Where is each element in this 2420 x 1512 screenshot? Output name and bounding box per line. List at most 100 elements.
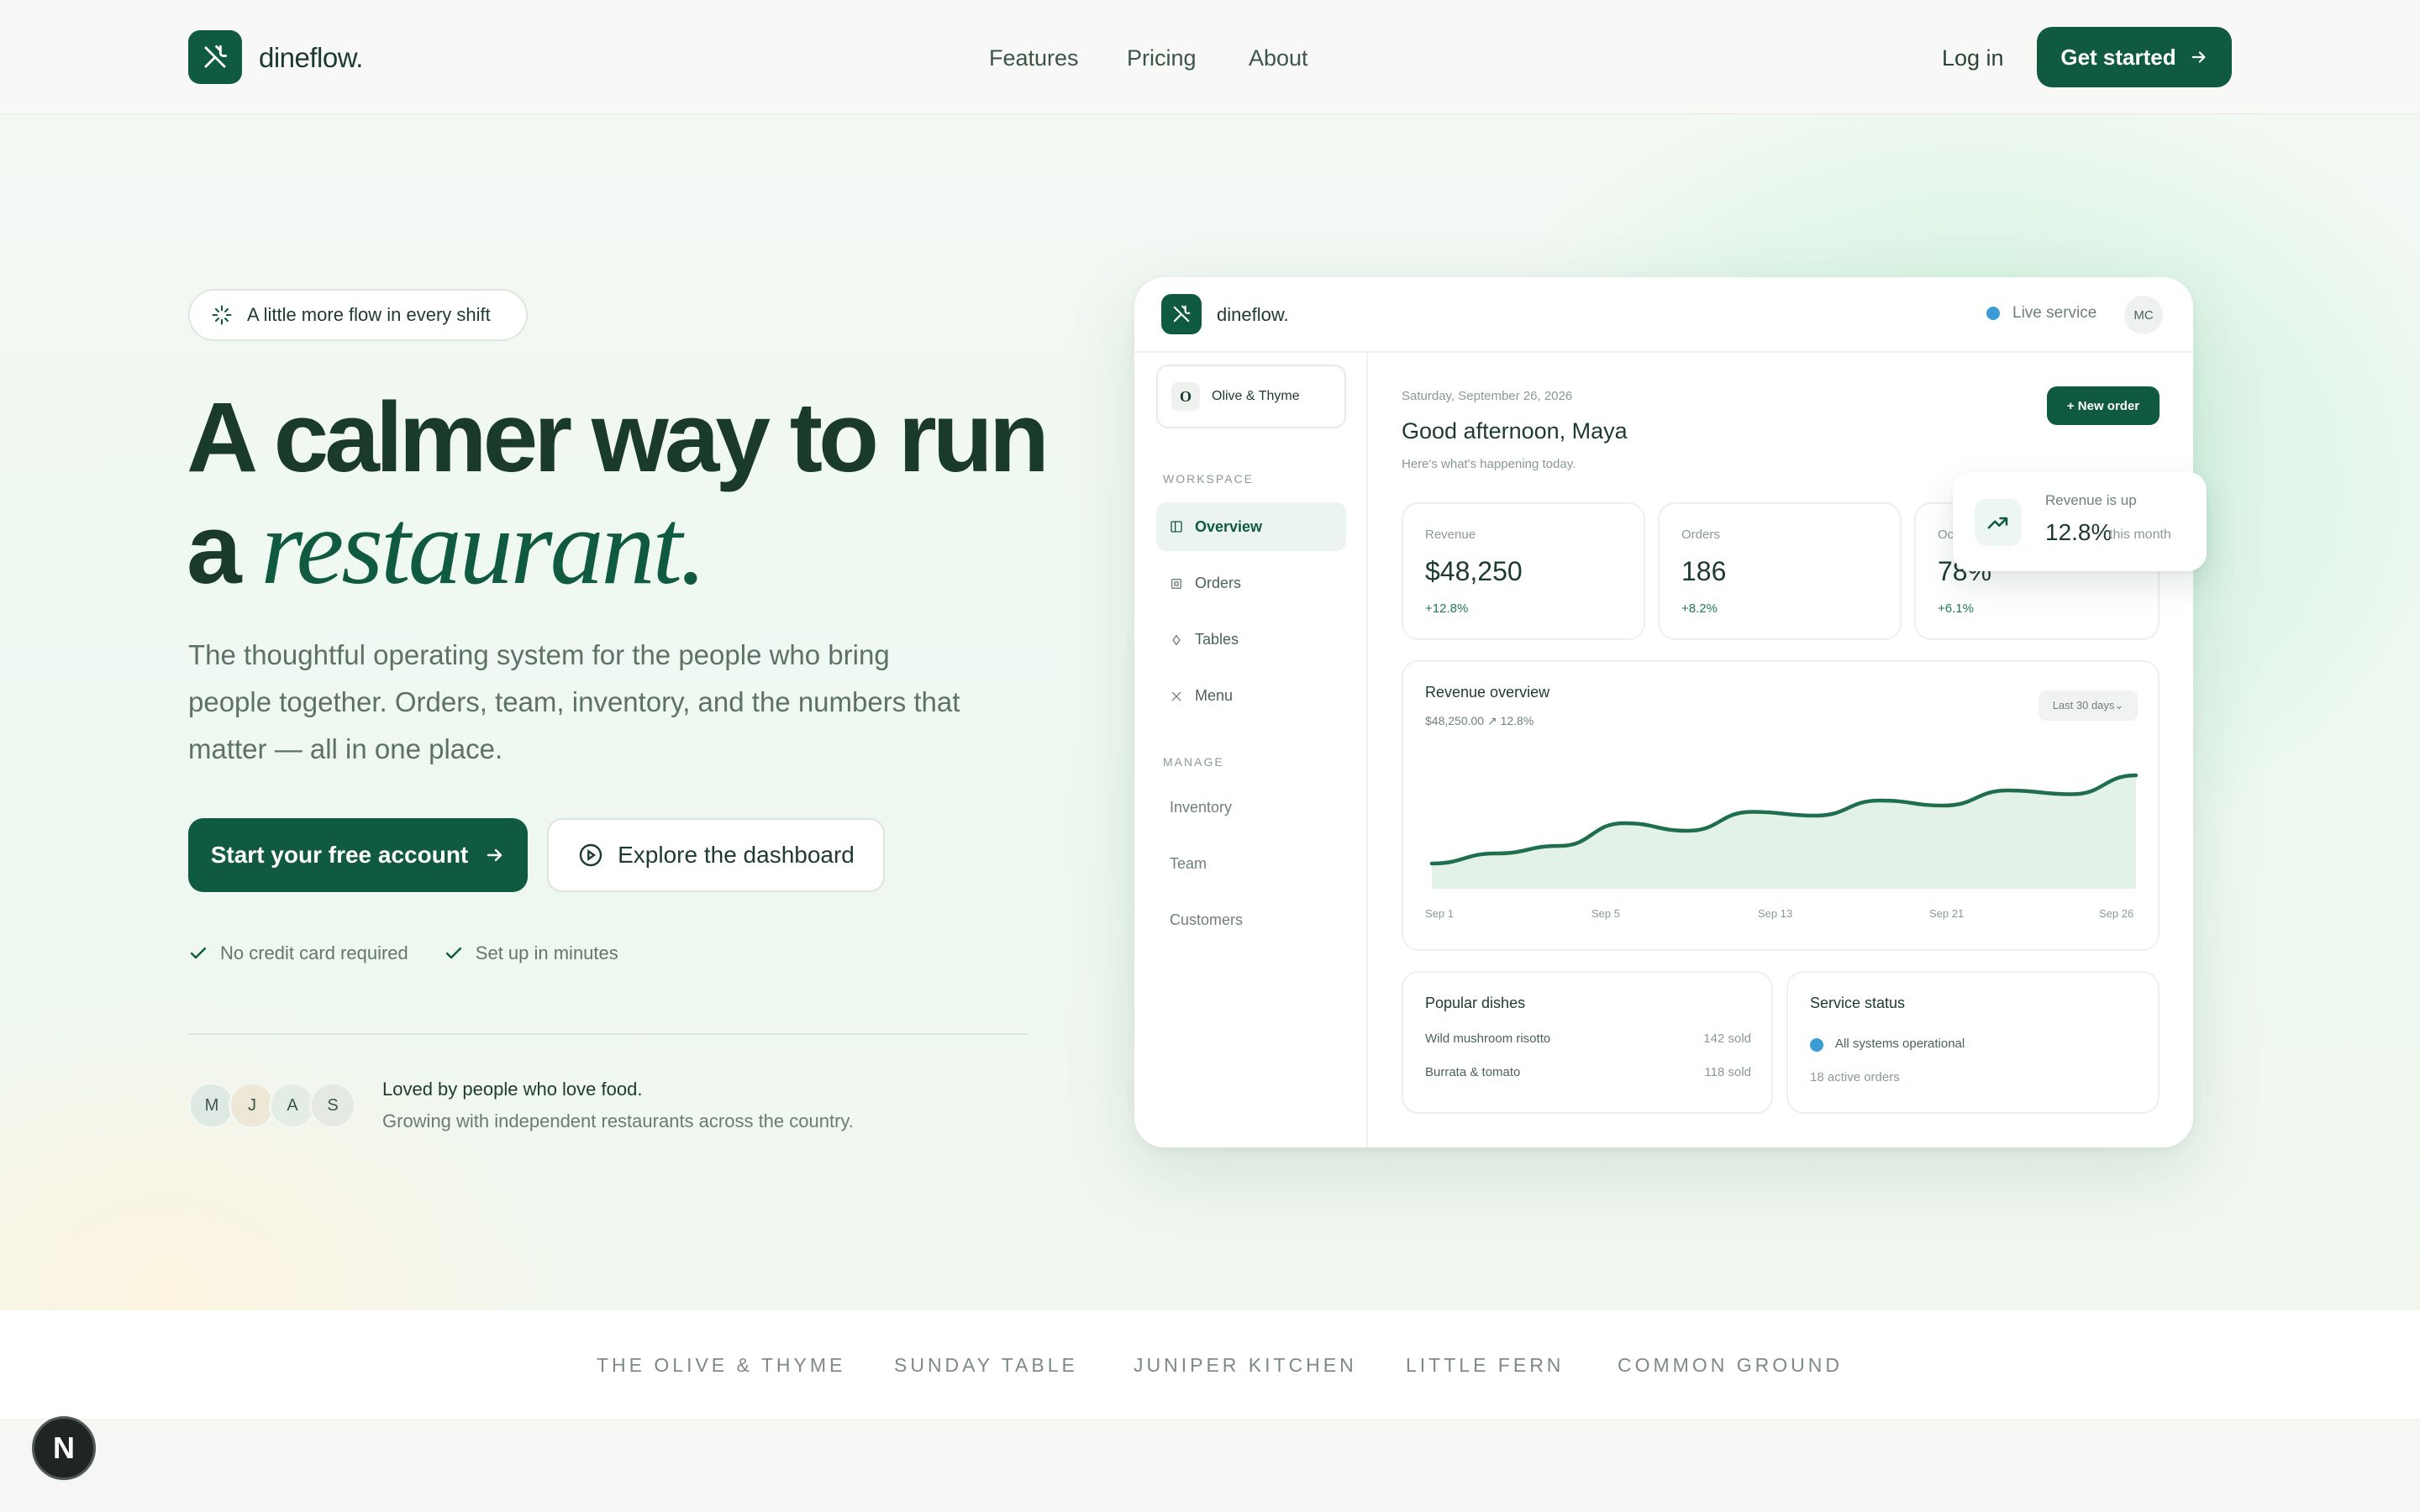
start-free-account-button[interactable]: Start your free account <box>188 818 528 892</box>
social-proof-subtitle: Growing with independent restaurants acr… <box>382 1110 854 1131</box>
sidebar-item-label: Menu <box>1195 687 1234 704</box>
hero-lead: The thoughtful operating system for the … <box>188 639 960 764</box>
customer-logo: LITTLE FERN <box>1406 1354 1565 1376</box>
nav-about[interactable]: About <box>1249 45 1308 71</box>
sidebar-item-customers[interactable]: Customers <box>1170 911 1243 929</box>
arrow-right-icon <box>2190 48 2208 66</box>
hero-title-prefix: a <box>187 494 261 605</box>
dashboard-greeting: Good afternoon, Maya <box>1402 418 1628 444</box>
customer-logo: JUNIPER KITCHEN <box>1134 1354 1357 1376</box>
next-section <box>0 1420 2420 1512</box>
user-avatar[interactable]: MC <box>2124 296 2163 334</box>
x-tick-label: Sep 13 <box>1758 907 1792 920</box>
dashboard-topbar: dineflow. Live service MC <box>1134 277 2193 353</box>
sidebar-item-menu[interactable]: Menu <box>1170 687 1233 705</box>
sparkle-icon <box>210 303 234 327</box>
sidebar-item-team[interactable]: Team <box>1170 855 1207 873</box>
live-service-label: Live service <box>2012 304 2097 322</box>
trending-up-icon <box>1975 499 2022 546</box>
stat-delta: +8.2% <box>1681 601 1718 616</box>
revenue-overview-card: Revenue overview $48,250.00 ↗ 12.8% Last… <box>1402 660 2160 951</box>
stat-card-revenue: Revenue $48,250 +12.8% <box>1402 502 1645 640</box>
revenue-overview-title: Revenue overview <box>1425 684 1550 701</box>
venue-switcher[interactable]: O Olive & Thyme <box>1156 365 1346 428</box>
sidebar-item-label: Overview <box>1195 517 1263 535</box>
x-tick-label: Sep 1 <box>1425 907 1454 920</box>
layout-icon <box>1170 520 1183 533</box>
check-icon <box>444 943 464 963</box>
explore-dashboard-button[interactable]: Explore the dashboard <box>547 818 885 892</box>
dashboard-date: Saturday, September 26, 2026 <box>1402 389 1573 403</box>
brand-name[interactable]: dineflow. <box>259 42 363 74</box>
revenue-up-popover: Revenue is up 12.8% this month <box>1953 472 2207 571</box>
get-started-button[interactable]: Get started <box>2037 27 2232 87</box>
venue-initial: O <box>1171 382 1200 411</box>
nav-features[interactable]: Features <box>989 45 1079 71</box>
status-dot <box>1810 1038 1823 1052</box>
manage-label: MANAGE <box>1163 755 1224 769</box>
service-status-card: Service status All systems operational 1… <box>1786 971 2160 1114</box>
service-status-text: All systems operational <box>1835 1037 1965 1051</box>
dashboard-subgreeting: Here's what's happening today. <box>1402 457 1576 471</box>
social-proof-title: Loved by people who love food. <box>382 1079 643 1100</box>
check-no-credit-card: No credit card required <box>220 942 408 963</box>
customer-logos-strip: THE OLIVE & THYME SUNDAY TABLE JUNIPER K… <box>0 1310 2420 1420</box>
avatar-stack: M J A S <box>188 1082 356 1129</box>
stat-label: Orders <box>1681 528 1720 542</box>
stat-label: Revenue <box>1425 528 1476 542</box>
nav-pricing[interactable]: Pricing <box>1127 45 1197 71</box>
revenue-area-chart: Sep 1 Sep 5 Sep 13 Sep 21 Sep 26 <box>1425 773 2139 920</box>
dish-name: Wild mushroom risotto <box>1425 1032 1551 1046</box>
dish-sold: 142 sold <box>1703 1032 1751 1046</box>
avatar: S <box>309 1082 356 1129</box>
check-icon <box>188 943 208 963</box>
dish-name: Burrata & tomato <box>1425 1065 1521 1079</box>
top-navbar: dineflow. Features Pricing About Log in … <box>0 0 2420 114</box>
popular-dishes-card: Popular dishes Wild mushroom risotto 142… <box>1402 971 1773 1114</box>
popover-value: 12.8% <box>2045 519 2112 545</box>
login-link[interactable]: Log in <box>1942 45 2004 71</box>
brand-logo-icon[interactable] <box>188 30 242 84</box>
active-orders-text: 18 active orders <box>1810 1070 1900 1084</box>
stat-delta: +6.1% <box>1938 601 1974 616</box>
stat-value: 186 <box>1681 556 1727 586</box>
x-tick-label: Sep 26 <box>2099 907 2133 920</box>
workspace-label: WORKSPACE <box>1163 472 1254 486</box>
play-circle-icon <box>577 842 604 869</box>
customer-logo: THE OLIVE & THYME <box>597 1354 846 1376</box>
sidebar-item-inventory[interactable]: Inventory <box>1170 799 1232 816</box>
stat-delta: +12.8% <box>1425 601 1469 616</box>
check-setup-minutes: Set up in minutes <box>475 942 618 963</box>
dashboard-preview: dineflow. Live service MC O Olive & Thym… <box>1134 277 2193 1147</box>
table-icon <box>1170 633 1183 647</box>
dev-tools-badge[interactable]: N <box>32 1416 96 1480</box>
tagline-pill: A little more flow in every shift <box>188 289 528 341</box>
hero-checks: No credit card required Set up in minute… <box>188 942 618 964</box>
new-order-button[interactable]: + New order <box>2047 386 2160 425</box>
arrow-right-icon <box>485 845 505 865</box>
dashboard-brand: dineflow. <box>1217 304 1289 325</box>
sidebar-item-orders[interactable]: Orders <box>1170 575 1241 592</box>
hero-title-emphasis: restaurant. <box>260 487 707 606</box>
x-tick-label: Sep 21 <box>1929 907 1964 920</box>
hero-divider <box>188 1033 1028 1035</box>
sidebar-item-label: Tables <box>1195 631 1239 648</box>
hero-title-line1: A calmer way to run <box>187 382 1050 493</box>
sidebar-item-label: Orders <box>1195 575 1242 591</box>
stat-label: Oc <box>1938 528 1954 542</box>
stat-card-orders: Orders 186 +8.2% <box>1658 502 1902 640</box>
popover-suffix: this month <box>2109 528 2171 542</box>
range-selector[interactable]: Last 30 days⌄ <box>2039 690 2138 721</box>
get-started-label: Get started <box>2060 44 2176 70</box>
stat-value: $48,250 <box>1425 556 1523 586</box>
hero-title: A calmer way to run a restaurant. <box>187 383 1060 604</box>
dish-sold: 118 sold <box>1704 1065 1751 1079</box>
sidebar-item-tables[interactable]: Tables <box>1170 631 1239 648</box>
receipt-icon <box>1170 577 1183 591</box>
sidebar-item-overview[interactable]: Overview <box>1156 502 1346 551</box>
utensils-icon <box>1170 690 1183 703</box>
venue-name: Olive & Thyme <box>1212 389 1300 403</box>
popular-dishes-title: Popular dishes <box>1425 995 1526 1011</box>
popover-title: Revenue is up <box>2045 492 2137 508</box>
dashboard-logo-icon <box>1161 294 1202 334</box>
